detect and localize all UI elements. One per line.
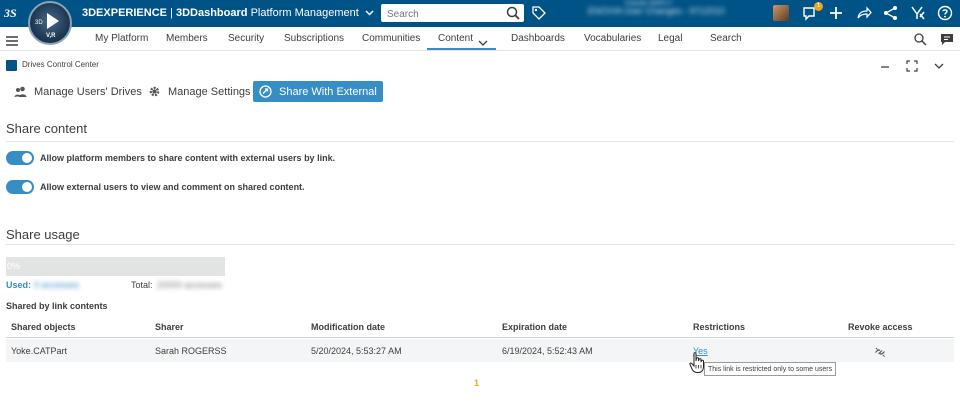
column-header-revoke-access[interactable]: Revoke access [848,322,913,332]
used-value: 0 accesses [34,280,80,290]
hand-pointer-cursor-icon [689,352,705,374]
tab-label: Share With External [279,85,377,98]
svg-text:3S: 3S [4,6,17,20]
gear-icon [148,85,161,98]
nav-content[interactable]: Content [438,33,473,44]
restriction-tooltip: This link is restricted only to some use… [704,362,837,376]
chat-icon[interactable] [940,32,954,46]
brand-prefix: 3DEXPERIENCE [82,7,167,19]
nav-my-platform[interactable]: My Platform [95,33,148,44]
toggle-knob [22,182,32,192]
toggle-share-with-external[interactable] [6,151,34,165]
search-field[interactable] [381,4,524,24]
table-row[interactable] [6,339,954,362]
notification-badge: 1 [814,2,823,11]
dassault-logo-icon: 3S [3,4,24,22]
user-context[interactable]: ENOVIA User Changes - 9712010 [588,6,725,16]
main-nav: My Platform Members Security Subscriptio… [0,27,960,51]
nav-communities[interactable]: Communities [362,33,420,44]
toggle-label-external-view-comment: Allow external users to view and comment… [40,182,305,192]
nav-members[interactable]: Members [166,33,208,44]
drives-app-icon [6,60,17,71]
nav-vocabularies[interactable]: Vocabularies [584,33,641,44]
users-icon [14,85,27,98]
menu-icon[interactable] [6,33,18,46]
share-usage-title: Share usage [6,227,80,242]
avatar[interactable] [773,5,789,21]
column-header-shared-objects[interactable]: Shared objects [11,322,76,332]
shared-by-link-heading: Shared by link contents [6,301,108,311]
compass-icon[interactable]: 3D V,R [28,1,72,45]
cell-expiration-date: 6/19/2024, 5:52:43 AM [502,346,593,356]
compass-vr-label: V,R [46,33,56,39]
toggle-label-share-with-external: Allow platform members to share content … [40,153,336,163]
tab-manage-settings[interactable]: Manage Settings [148,81,251,102]
cell-sharer: Sarah ROGERSS [155,346,227,356]
help-icon[interactable] [937,5,953,21]
nav-subscriptions[interactable]: Subscriptions [284,33,344,44]
widget-header: Drives Control Center [0,57,960,75]
compass-play-icon [47,13,59,29]
add-icon[interactable] [828,5,844,21]
search-people-icon[interactable] [913,32,927,46]
nav-dashboards[interactable]: Dashboards [511,33,565,44]
tab-label: Manage Users' Drives [34,85,142,98]
cell-shared-object: Yoke.CATPart [11,346,68,356]
brand-context: Platform Management [250,7,359,19]
used-label: Used: [6,280,32,290]
share-content-title: Share content [6,121,87,136]
maximize-icon[interactable] [906,59,918,72]
nav-security[interactable]: Security [228,33,264,44]
chevron-down-icon[interactable] [933,59,945,71]
cell-modification-date: 5/20/2024, 5:53:27 AM [311,346,402,356]
compass-3d-label: 3D [35,20,43,26]
revoke-link-icon[interactable] [874,345,886,357]
usage-progress-label: 0% [7,261,21,271]
chevron-down-icon[interactable] [478,34,488,46]
divider [6,141,954,142]
table-header-divider [6,337,954,338]
pagination-page[interactable]: 1 [474,378,479,388]
tab-label: Manage Settings [168,85,251,98]
toggle-external-view-comment[interactable] [6,180,34,194]
total-label: Total: [131,280,153,290]
column-header-expiration-date[interactable]: Expiration date [502,322,567,332]
column-header-restrictions[interactable]: Restrictions [693,322,745,332]
search-input[interactable] [381,5,501,24]
share-icon [259,85,272,98]
network-share-icon[interactable] [883,5,899,21]
divider [6,244,954,245]
usage-progress-bar: 0% [6,257,225,276]
app-brand[interactable]: 3DEXPERIENCE | 3DDashboard Platform Mana… [82,7,374,19]
column-header-sharer[interactable]: Sharer [155,322,184,332]
column-header-modification-date[interactable]: Modification date [311,322,385,332]
apps-tools-icon[interactable] [910,5,926,21]
total-value: 20000 accesses [157,280,223,290]
tab-share-with-external[interactable]: Share With External [253,81,383,102]
chevron-down-icon [365,8,374,18]
nav-search[interactable]: Search [710,33,742,44]
active-tab-indicator [427,48,496,50]
tab-manage-users-drives[interactable]: Manage Users' Drives [14,81,142,102]
search-icon[interactable] [506,6,520,20]
share-arrow-icon[interactable] [856,5,872,21]
toggle-knob [22,153,32,163]
brand-app: 3DDashboard [175,7,248,19]
minimize-icon[interactable] [879,59,891,71]
nav-legal[interactable]: Legal [658,33,682,44]
widget-title: Drives Control Center [22,60,99,69]
tag-icon[interactable] [532,6,546,20]
top-bar: 3S 3DEXPERIENCE | 3DDashboard Platform M… [0,0,960,27]
